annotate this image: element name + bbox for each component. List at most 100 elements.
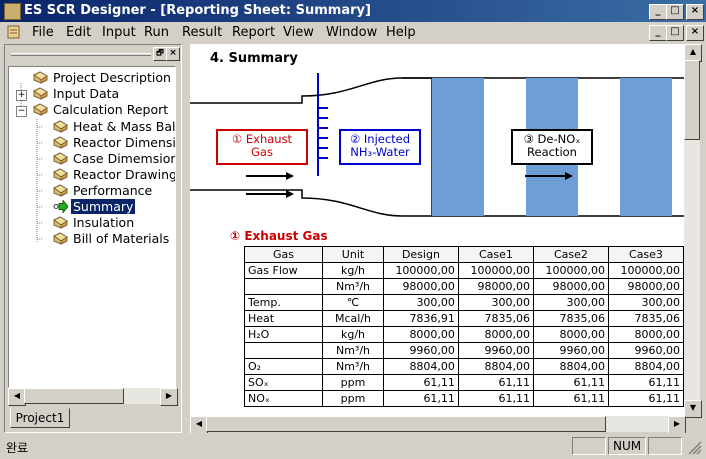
expand-input-data-icon[interactable]: + [16, 90, 27, 101]
title-bar: ES SCR Designer - [Reporting Sheet: Summ… [0, 0, 706, 22]
child-minimize-button[interactable]: _ [649, 25, 667, 41]
collapse-calculation-report-icon[interactable]: − [16, 106, 27, 117]
table-cell-unit: Nm³/h [322, 278, 384, 295]
doc-folder-icon [53, 120, 68, 133]
table-cell-value: 300,00 [532, 294, 609, 311]
doc-vscroll-thumb[interactable] [684, 60, 700, 140]
table-cell-value: 61,11 [382, 374, 459, 391]
table-cell-value: 300,00 [457, 294, 534, 311]
panel-float-button[interactable]: 🗗 [153, 47, 167, 61]
doc-hscroll-thumb[interactable] [206, 416, 606, 432]
doc-folder-icon [33, 71, 48, 84]
menu-result[interactable]: Result [182, 25, 222, 40]
doc-folder-icon [53, 168, 68, 181]
table-cell-value: 61,11 [457, 374, 534, 391]
table-cell-gas: Heat [243, 310, 324, 327]
project-tree: Project Description + Input Data − Calcu… [8, 66, 176, 388]
exhaust-gas-box: ① Exhaust Gas [231, 132, 293, 159]
table-cell-gas: Temp. [243, 294, 324, 311]
table-cell-unit: ppm [322, 390, 384, 407]
table-cell-gas: NOₓ [243, 390, 324, 407]
doc-vscrollbar[interactable]: ▲ ▼ [684, 44, 702, 418]
table-cell-unit: Mcal/h [322, 310, 384, 327]
child-restore-button[interactable]: □ [666, 25, 684, 41]
table-cell-value: 8000,00 [382, 326, 459, 343]
de-nox-reaction-box: ③ De-NOₓ Reaction [523, 132, 581, 159]
maximize-button[interactable]: □ [666, 4, 684, 20]
table-cell-value: 61,11 [607, 374, 684, 391]
table-cell-gas: O₂ [243, 358, 324, 375]
table-header-cell: Design [382, 246, 459, 263]
scroll-right-icon[interactable]: ▶ [160, 388, 178, 406]
tree-scroll-thumb[interactable] [24, 388, 124, 404]
table-cell-value: 8000,00 [532, 326, 609, 343]
section-title-exhaust-gas: ① Exhaust Gas [230, 229, 328, 243]
table-row: O₂ Nm³/h 8804,00 8804,00 8804,00 8804,00 [243, 358, 684, 375]
table-row: H₂O kg/h 8000,00 8000,00 8000,00 8000,00 [243, 326, 684, 343]
menu-run[interactable]: Run [144, 25, 169, 40]
table-row: NOₓ ppm 61,11 61,11 61,11 61,11 [243, 390, 684, 407]
table-cell-gas [243, 342, 324, 359]
table-header-cell: Gas [243, 246, 324, 263]
minimize-button[interactable]: _ [649, 4, 667, 20]
menu-report[interactable]: Report [232, 25, 275, 40]
green-arrow-icon [53, 200, 68, 213]
menu-help[interactable]: Help [386, 25, 416, 40]
menu-window[interactable]: Window [326, 25, 377, 40]
table-cell-value: 98000,00 [382, 278, 459, 295]
scroll-down-icon[interactable]: ▼ [684, 400, 702, 418]
table-cell-value: 7835,06 [532, 310, 609, 327]
table-cell-value: 98000,00 [457, 278, 534, 295]
table-cell-value: 61,11 [532, 390, 609, 407]
doc-folder-icon [33, 87, 48, 100]
status-pane-scrl [648, 437, 682, 455]
table-cell-gas: SOₓ [243, 374, 324, 391]
close-button[interactable]: × [686, 4, 704, 20]
app-icon [4, 3, 21, 20]
status-text: 완료 [6, 441, 29, 455]
table-header-cell: Unit [322, 246, 384, 263]
window-title: ES SCR Designer - [Reporting Sheet: Summ… [24, 3, 371, 18]
doc-folder-icon [53, 152, 68, 165]
resize-grip-icon[interactable] [688, 441, 702, 455]
table-cell-value: 300,00 [382, 294, 459, 311]
table-cell-value: 100000,00 [457, 262, 534, 279]
doc-hscrollbar[interactable]: ◀ ▶ [190, 416, 686, 434]
doc-folder-icon [53, 136, 68, 149]
menu-input[interactable]: Input [102, 25, 136, 40]
table-cell-value: 61,11 [607, 390, 684, 407]
table-row: Heat Mcal/h 7836,91 7835,06 7835,06 7835,06 [243, 310, 684, 327]
table-header-cell: Case3 [607, 246, 684, 263]
child-close-button[interactable]: × [686, 25, 704, 41]
doc-menu-icon[interactable] [6, 24, 22, 40]
tab-project1[interactable]: Project1 [10, 408, 70, 428]
table-cell-unit: kg/h [322, 326, 384, 343]
table-row: Gas Flow kg/h 100000,00 100000,00 100000,00 1… [243, 262, 684, 279]
table-cell-value: 9960,00 [382, 342, 459, 359]
status-bar: 완료 NUM [0, 433, 706, 459]
tree-hscrollbar[interactable]: ◀ ▶ [8, 388, 178, 406]
table-cell-value: 8804,00 [457, 358, 534, 375]
menu-edit[interactable]: Edit [66, 25, 91, 40]
table-cell-unit: Nm³/h [322, 358, 384, 375]
panel-close-button[interactable]: × [166, 47, 180, 61]
table-cell-value: 98000,00 [532, 278, 609, 295]
table-cell-gas: H₂O [243, 326, 324, 343]
menu-view[interactable]: View [283, 25, 314, 40]
table-cell-value: 8804,00 [532, 358, 609, 375]
status-pane-num: NUM [608, 437, 646, 455]
injected-nh3-box: ② Injected NH₃-Water [349, 132, 411, 159]
table-header-cell: Case2 [532, 246, 609, 263]
doc-folder-icon [53, 232, 68, 245]
table-cell-unit: kg/h [322, 262, 384, 279]
table-cell-unit: ppm [322, 374, 384, 391]
scroll-right-icon[interactable]: ▶ [668, 416, 686, 434]
table-cell-value: 7836,91 [382, 310, 459, 327]
table-cell-value: 8804,00 [382, 358, 459, 375]
menu-file[interactable]: File [32, 25, 54, 40]
table-row: Nm³/h 9960,00 9960,00 9960,00 9960,00 [243, 342, 684, 359]
table-cell-value: 61,11 [532, 374, 609, 391]
doc-folder-icon [33, 103, 48, 116]
menu-bar: File Edit Input Run Result Report View W… [0, 22, 706, 42]
table-cell-value: 100000,00 [382, 262, 459, 279]
